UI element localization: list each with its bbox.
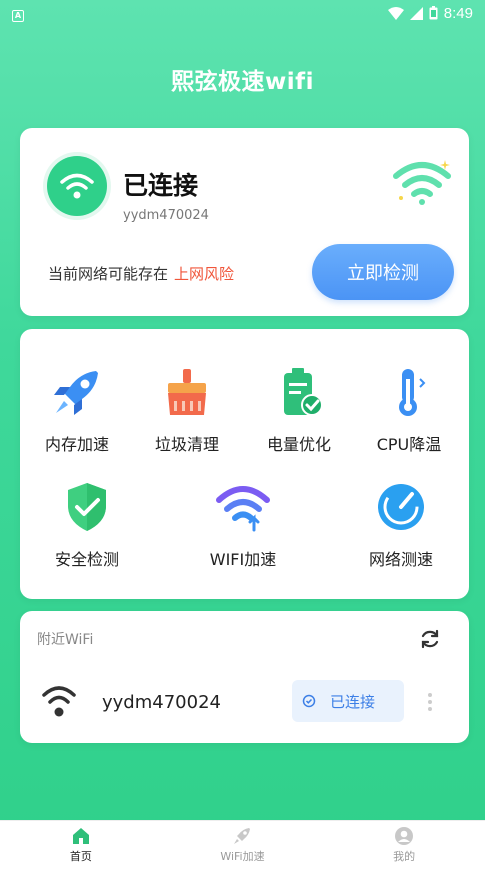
connected-pill-label: 已连接 bbox=[330, 692, 376, 711]
tool-label: CPU降温 bbox=[376, 435, 442, 454]
nearby-title: 附近WiFi bbox=[37, 632, 94, 648]
wifi-signal-icon bbox=[387, 6, 404, 20]
tool-label: 安全检测 bbox=[54, 550, 119, 569]
nav-label: 首页 bbox=[69, 850, 92, 863]
user-icon bbox=[395, 827, 414, 845]
tool-label: WIFI加速 bbox=[209, 550, 277, 569]
speedometer-icon bbox=[378, 484, 424, 530]
risk-label: 上网风险 bbox=[174, 265, 235, 283]
tool-label: 内存加速 bbox=[44, 435, 109, 454]
tool-security-check[interactable]: 安全检测 bbox=[32, 480, 142, 570]
shield-icon bbox=[68, 483, 106, 531]
risk-warning: 当前网络可能存在 上网风险 bbox=[48, 263, 234, 284]
tool-junk-clean[interactable]: 垃圾清理 bbox=[132, 365, 242, 455]
connected-pill[interactable]: 已连接 bbox=[292, 680, 404, 722]
connection-status: 已连接 bbox=[123, 171, 199, 200]
tool-wifi-boost[interactable]: WIFI加速 bbox=[188, 480, 298, 570]
rocket-icon bbox=[54, 371, 98, 415]
wifi-boost-icon bbox=[216, 486, 270, 532]
broom-icon bbox=[168, 369, 206, 415]
tool-speed-test[interactable]: 网络测速 bbox=[346, 480, 456, 570]
nav-home[interactable]: 首页 bbox=[21, 826, 141, 864]
status-bar: A 8:49 bbox=[0, 0, 485, 26]
nearby-wifi-card: 附近WiFi yydm470024 已连接 bbox=[20, 611, 469, 743]
cell-signal-icon bbox=[409, 6, 423, 20]
wifi-signal-strength-icon bbox=[42, 686, 76, 717]
connected-wifi-icon bbox=[47, 156, 107, 216]
refresh-icon[interactable] bbox=[419, 628, 441, 650]
tool-memory-boost[interactable]: 内存加速 bbox=[22, 365, 132, 455]
status-indicators: 8:49 bbox=[387, 4, 473, 22]
clock: 8:49 bbox=[443, 4, 473, 22]
risk-prefix: 当前网络可能存在 bbox=[48, 265, 169, 283]
tool-label: 电量优化 bbox=[266, 435, 331, 454]
battery-status-icon bbox=[429, 6, 438, 20]
wifi-decoration-icon bbox=[393, 160, 451, 205]
wifi-row-ssid: yydm470024 bbox=[102, 692, 221, 713]
connected-ssid: yydm470024 bbox=[123, 208, 209, 223]
tool-battery-optimize[interactable]: 电量优化 bbox=[244, 365, 354, 455]
nav-label: WiFi加速 bbox=[220, 850, 265, 863]
tools-card: 内存加速 垃圾清理 电量优化 CPU降温 安全检测 WIFI加速 网络测速 bbox=[20, 329, 469, 599]
nav-wifi-boost[interactable]: WiFi加速 bbox=[182, 826, 302, 864]
nav-profile[interactable]: 我的 bbox=[344, 826, 464, 864]
tool-cpu-cool[interactable]: CPU降温 bbox=[354, 365, 464, 455]
thermometer-icon bbox=[399, 369, 426, 416]
nav-label: 我的 bbox=[393, 850, 416, 863]
check-now-button[interactable]: 立即检测 bbox=[312, 244, 454, 300]
app-title: 熙弦极速wifi bbox=[170, 69, 315, 95]
connection-card: 已连接 yydm470024 当前网络可能存在 上网风险 立即检测 bbox=[20, 128, 469, 316]
bottom-nav: 首页 WiFi加速 我的 bbox=[0, 820, 485, 869]
home-icon bbox=[72, 828, 89, 844]
notification-icon: A bbox=[12, 4, 24, 22]
more-options-icon[interactable] bbox=[427, 692, 433, 712]
rocket-icon bbox=[234, 828, 251, 844]
tool-label: 垃圾清理 bbox=[154, 435, 219, 454]
tool-label: 网络测速 bbox=[368, 550, 433, 569]
check-circle-icon bbox=[302, 694, 316, 708]
battery-icon bbox=[284, 368, 323, 416]
